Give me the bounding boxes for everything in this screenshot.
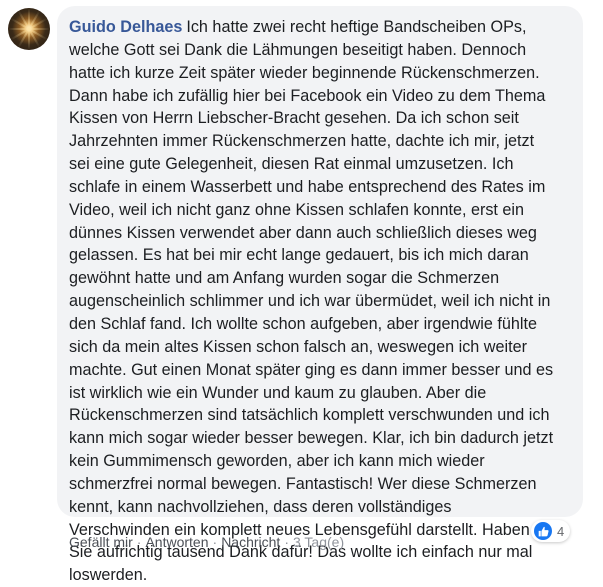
comment-line: Dann habe ich zufällig hier bei Facebook… [69,86,546,105]
thumbs-up-icon [534,522,552,540]
comment-line: Jahrzehnten immer Rückenschmerzen hatte,… [69,132,535,151]
separator-dot: · [284,534,289,550]
comment-line: kennt, kann nachvollziehen, dass deren v… [69,497,452,516]
comment-line: Kissen von Herrn Liebscher-Bracht gesehe… [69,109,519,128]
comment-line: dünnes Kissen verwendet aber dann auch s… [69,223,537,242]
comment-line: kein Gummimensch geworden, aber ich kann… [69,452,485,471]
comment-line: Guido Delhaes Ich hatte zwei recht heftig… [69,18,527,36]
comment-line: machte. Gut einen Monat später ging es d… [69,360,554,379]
avatar[interactable] [8,8,50,50]
like-link[interactable]: Gefällt mir [69,534,133,550]
separator-dot: · [136,534,142,550]
comment-line: ist wirklich wie ein Wunder und kaum zu … [69,383,487,402]
comment-actions: Gefällt mir · Antworten · Nachricht · 3 Tag(e) [69,534,344,550]
comment-line: den Schlaf fand. Ich wollte schon aufgeb… [69,314,537,333]
comment-line: kann mich sogar wieder besser bewegen. K… [69,429,554,448]
comment-line: loswerden. [69,566,148,585]
timestamp[interactable]: 3 Tag(e) [293,534,344,550]
author-name[interactable]: Guido Delhaes [69,18,182,36]
comment-line: welche Gott sei Dank die Lähmungen besei… [69,40,527,59]
comment-line: Video, weil ich nicht ganz ohne Kissen s… [69,200,525,219]
reactions-badge[interactable]: 4 [531,520,571,542]
comment-line: gewöhnt hatte und am Anfang wurden sogar… [69,269,500,288]
comment-line: Rückenschmerzen sind tatsächlich komplet… [69,406,550,425]
comment-line: gelassen. Es hat bei mir echt lange geda… [69,246,529,265]
reaction-count: 4 [557,523,565,539]
message-link[interactable]: Nachricht [221,534,280,550]
comment-line: hatte ich kurze Zeit später wieder begin… [69,63,540,82]
comment-line: schlafe in einem Wasserbett und habe ent… [69,177,546,196]
comment-line: sei eine gute Gelegenheit, diesen Rat ei… [69,155,514,174]
separator-dot: · [212,534,218,550]
comment-line: sich da mein altes Kissen schon falsch a… [69,337,527,356]
comment-line: schmerzfrei normal bewegen. Fantastisch!… [69,474,537,493]
comment-line: augenscheinlich schlimmer und ich war üb… [69,292,551,311]
comment-text: Guido Delhaes Ich hatte zwei recht heftig… [69,16,573,587]
reply-link[interactable]: Antworten [145,534,208,550]
comment-bubble: Guido Delhaes Ich hatte zwei recht heftig… [57,6,583,584]
